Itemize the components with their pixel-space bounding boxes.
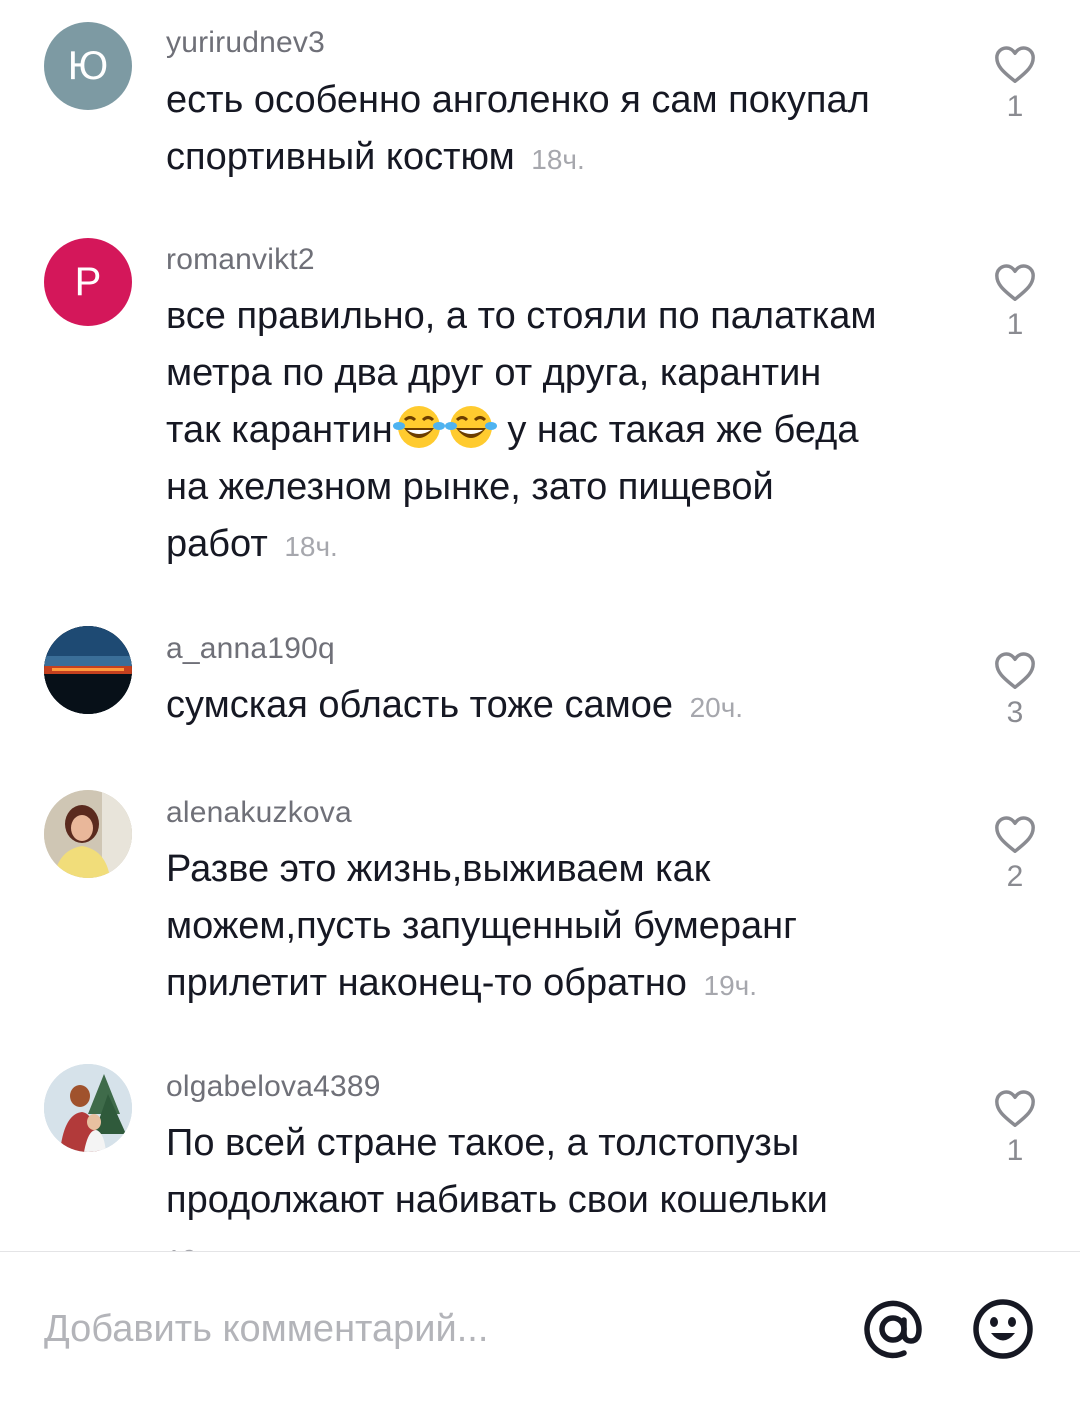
joy-emoji-icon [392,406,445,448]
comment-time: 18ч. [531,144,585,175]
comment-text: все правильно, а то стояли по палаткам м… [166,288,966,575]
comment-username[interactable]: yurirudnev3 [166,26,325,60]
comment-text: Разве это жизнь,выживаем как можем,пусть… [166,841,966,1014]
like-button[interactable]: 3 [990,650,1040,730]
comment-line: По всей стране такое, а толстопузы [166,1122,800,1164]
joy-emoji-icon [444,406,497,448]
heart-icon [995,264,1035,301]
comment-line: можем,пусть запущенный бумеранг [166,905,798,947]
comment-line: Разве это жизнь,выживаем как [166,848,711,890]
smiley-icon [973,1299,1033,1359]
mention-button[interactable] [862,1298,924,1360]
comment-text: сумская область тоже самое 20ч. [166,677,966,736]
comment-line: все правильно, а то стояли по палаткам [166,295,877,337]
avatar-photo [44,1064,132,1152]
comment-text: По всей стране такое, а толстопузы продо… [166,1115,966,1252]
avatar-photo [44,790,132,878]
comment-time: 19ч. [703,970,758,1001]
like-button[interactable]: 2 [990,814,1040,894]
comment-line: на железном рынке, зато пищевой [166,466,774,508]
comment-username[interactable]: romanvikt2 [166,243,315,277]
comment-line: спортивный костюм 18ч. [166,136,585,178]
comment-line: метра по два друг от друга, карантин [166,352,822,394]
heart-icon [995,1090,1035,1127]
like-button[interactable]: 1 [990,44,1040,124]
comment-line: есть особенно анголенко я сам покупал [166,79,870,121]
avatar[interactable]: P [44,238,132,326]
avatar[interactable]: Ю [44,22,132,110]
like-count: 3 [1006,696,1024,729]
comment-username[interactable]: alenakuzkova [166,796,352,830]
avatar[interactable] [44,1064,132,1152]
heart-icon [995,652,1035,689]
like-count: 2 [1006,860,1024,893]
comment-line: сумская область тоже самое 20ч. [166,684,744,726]
comment-username[interactable]: a_anna190q [166,632,335,666]
avatar-photo [44,626,132,714]
like-button[interactable]: 1 [990,262,1040,342]
like-count: 1 [1006,308,1024,341]
comment-time: 18ч. [284,531,338,562]
comments-list[interactable]: Ю yurirudnev3 есть особенно анголенко я … [0,0,1080,1252]
at-icon [864,1300,922,1359]
comment-line: так карантин у нас такая же беда [166,402,966,459]
comment-input[interactable] [44,1304,804,1354]
avatar[interactable] [44,626,132,714]
like-count: 1 [1006,1134,1024,1167]
comment-line: работ 18ч. [166,523,338,565]
comment-username[interactable]: olgabelova4389 [166,1070,381,1104]
comment-time: 20ч. [689,692,744,723]
like-button[interactable]: 1 [990,1088,1040,1168]
comment-line: прилетит наконец-то обратно 19ч. [166,962,758,1004]
comment-composer [0,1252,1080,1407]
comment-line: 19ч. [166,1229,966,1252]
like-count: 1 [1006,90,1024,123]
comment-line: продолжают набивать свои кошельки [166,1179,828,1221]
heart-icon [995,816,1035,853]
heart-icon [995,46,1035,84]
emoji-button[interactable] [972,1298,1034,1360]
avatar[interactable] [44,790,132,878]
comment-text: есть особенно анголенко я сам покупал сп… [166,72,966,188]
